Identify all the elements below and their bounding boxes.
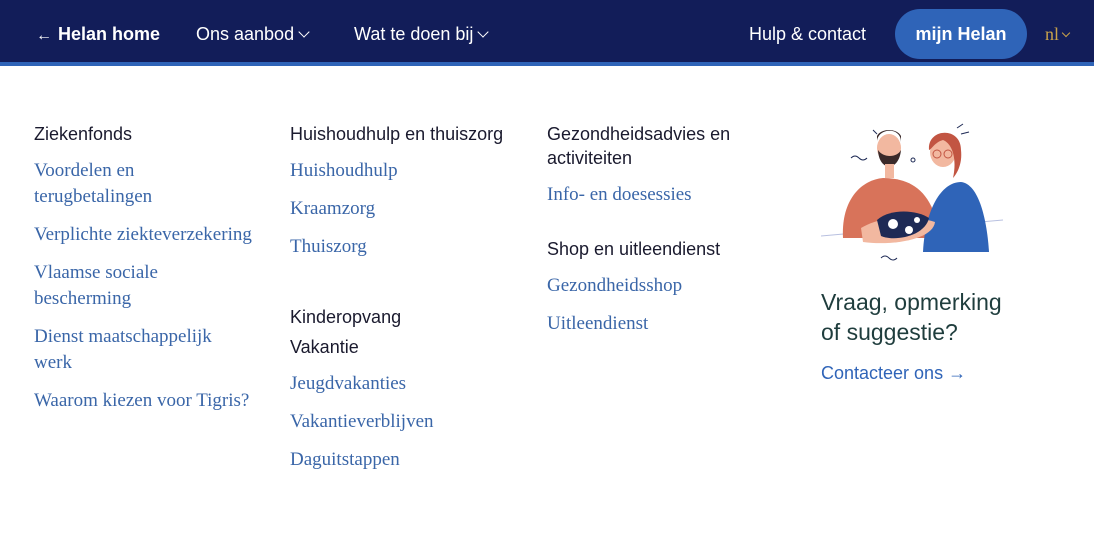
- chevron-down-icon: [298, 26, 310, 38]
- menu-link[interactable]: Verplichte ziekteverzekering: [34, 222, 254, 248]
- couple-illustration: [821, 123, 1004, 261]
- menu-link[interactable]: Daguitstappen: [290, 447, 510, 473]
- chevron-down-icon: [1061, 28, 1071, 38]
- language-label: nl: [1045, 24, 1060, 44]
- menu-link[interactable]: Kraamzorg: [290, 196, 510, 222]
- nav-wat-te-doen-bij-label: Wat te doen bij: [354, 24, 474, 44]
- menu-link[interactable]: Vlaamse sociale bescherming: [34, 260, 254, 312]
- menu-link[interactable]: Jeugdvakanties: [290, 371, 510, 397]
- menu-link[interactable]: Huishoudhulp: [290, 158, 510, 184]
- contact-callout: Vraag, opmerking of suggestie? Contactee…: [821, 287, 1021, 385]
- column-heading: Gezondheidsadvies en activiteiten: [547, 124, 731, 168]
- menu-link[interactable]: Uitleendienst: [547, 311, 777, 337]
- column-heading: Huishoudhulp en thuiszorg: [290, 124, 504, 144]
- menu-column-huishoudhulp: Huishoudhulp en thuiszorg Huishoudhulp K…: [290, 122, 510, 485]
- back-arrow-icon: ←: [36, 27, 52, 44]
- menu-link[interactable]: Info- en doesessies: [547, 182, 777, 208]
- column-heading-vakantie: Vakantie: [290, 337, 359, 357]
- nav-ons-aanbod[interactable]: Ons aanbod: [196, 0, 310, 62]
- menu-column-gezondheidsadvies: Gezondheidsadvies en activiteiten Info- …: [547, 122, 777, 349]
- menu-link[interactable]: Vakantieverblijven: [290, 409, 510, 435]
- column-heading: Ziekenfonds: [34, 124, 133, 144]
- mijn-helan-button[interactable]: mijn Helan: [895, 9, 1027, 59]
- language-selector[interactable]: nl: [1045, 0, 1071, 62]
- menu-link[interactable]: Thuiszorg: [290, 234, 510, 260]
- helan-home-link[interactable]: ← Helan home: [36, 0, 160, 62]
- menu-column-ziekenfonds: Ziekenfonds Voordelen en terugbetalingen…: [34, 122, 254, 426]
- column-heading-kinderopvang[interactable]: Kinderopvang: [290, 305, 510, 329]
- chevron-down-icon: [477, 26, 490, 38]
- column-heading-shop: Shop en uitleendienst: [547, 239, 721, 259]
- helan-home-label: Helan home: [58, 24, 161, 44]
- contact-callout-title: Vraag, opmerking of suggestie?: [821, 289, 1002, 345]
- contact-us-link[interactable]: Contacteer ons →: [821, 361, 1021, 385]
- top-navigation-bar: ← Helan home Ons aanbod Wat te doen bij H…: [0, 0, 1094, 66]
- menu-link[interactable]: Waarom kiezen voor Tigris?: [34, 388, 254, 414]
- menu-link[interactable]: Voordelen en terugbetalingen: [34, 158, 254, 210]
- nav-ons-aanbod-label: Ons aanbod: [196, 24, 295, 44]
- menu-link[interactable]: Gezondheidsshop: [547, 273, 777, 299]
- nav-wat-te-doen-bij[interactable]: Wat te doen bij: [354, 0, 490, 62]
- menu-link[interactable]: Dienst maatschappelijk werk: [34, 324, 254, 376]
- help-contact-link[interactable]: Hulp & contact: [749, 0, 866, 62]
